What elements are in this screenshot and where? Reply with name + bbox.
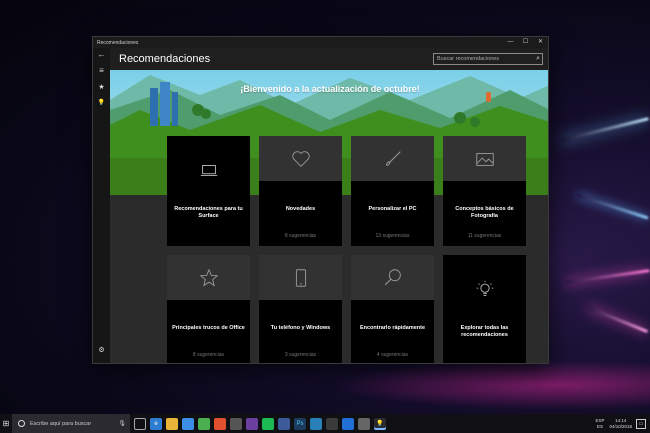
- tile-count: 3 sugerencias: [284, 352, 317, 358]
- tips-app-icon[interactable]: 💡: [374, 417, 386, 430]
- star-icon: [199, 268, 218, 287]
- tile-icon-area: [167, 136, 250, 206]
- titlebar[interactable]: Recomendaciones — ☐ ✕: [93, 37, 548, 48]
- page-header: Recomendaciones Buscar recomendaciones ⌕: [110, 48, 548, 70]
- tile-icon-area: [443, 136, 526, 181]
- close-button[interactable]: ✕: [533, 37, 548, 48]
- brush-icon: [385, 150, 401, 166]
- spotify-icon[interactable]: [262, 417, 274, 430]
- keyboard-layout: ES: [596, 423, 603, 429]
- tile-count: 8 sugerencias: [284, 233, 317, 239]
- lightbulb-icon[interactable]: 💡: [93, 96, 110, 110]
- opera-icon[interactable]: [214, 417, 226, 430]
- tile-icon-area: [259, 255, 342, 300]
- settings-gear-icon[interactable]: ⚙: [93, 344, 110, 358]
- app-icon[interactable]: [278, 417, 290, 430]
- maximize-button[interactable]: ☐: [518, 37, 533, 48]
- navigation-rail: ← ≡ ★ 💡 ⚙: [93, 48, 110, 363]
- heart-icon: [291, 150, 310, 167]
- tile-icon-area: [167, 255, 250, 300]
- taskbar-search-placeholder: Escribe aquí para buscar: [30, 420, 92, 427]
- app-icon[interactable]: [230, 417, 242, 430]
- system-tray: ESP ES 14:14 04/10/2018 ▭: [595, 414, 646, 433]
- welcome-heading: ¡Bienvenido a la actualización de octubr…: [240, 84, 420, 94]
- lightbulb-icon: [476, 280, 493, 296]
- tile-photography-basics[interactable]: Conceptos básicos de Fotografía 11 suger…: [443, 136, 526, 246]
- tips-app-window: Recomendaciones — ☐ ✕ ← ≡ ★ 💡 ⚙ Recomend…: [92, 36, 549, 364]
- app-icon[interactable]: [326, 417, 338, 430]
- tile-count: 4 sugerencias: [376, 352, 409, 358]
- photoshop-icon[interactable]: Ps: [294, 417, 306, 430]
- photos-icon[interactable]: [358, 417, 370, 430]
- search-placeholder: Buscar recomendaciones: [437, 56, 500, 62]
- tile-title: Personalizar el PC: [368, 206, 417, 212]
- clock-date: 04/10/2018: [609, 423, 632, 429]
- desktop-pink-glow: [330, 360, 650, 410]
- taskbar-search-input[interactable]: Escribe aquí para buscar 🎙: [12, 414, 130, 433]
- task-view-icon[interactable]: [134, 417, 146, 430]
- cortana-icon[interactable]: [18, 420, 25, 427]
- tile-find-it-fast[interactable]: Encontrarlo rápidamente 4 sugerencias: [351, 255, 434, 363]
- tile-surface-tips[interactable]: Recomendaciones para tu Surface: [167, 136, 250, 246]
- app-icon[interactable]: [246, 417, 258, 430]
- star-icon[interactable]: ★: [93, 81, 110, 95]
- photo-icon: [475, 152, 494, 166]
- tile-phone-and-windows[interactable]: Tu teléfono y Windows 3 sugerencias: [259, 255, 342, 363]
- tile-title: Encontrarlo rápidamente: [359, 325, 426, 331]
- laptop-icon: [200, 165, 217, 177]
- window-title: Recomendaciones: [97, 39, 139, 46]
- file-explorer-icon[interactable]: [166, 417, 178, 430]
- tile-count: 11 sugerencias: [467, 233, 502, 239]
- tile-explore-all[interactable]: Explorar todas las recomendaciones: [443, 255, 526, 363]
- desktop-light-streak: [565, 269, 650, 284]
- tile-count: 8 sugerencias: [192, 352, 225, 358]
- tile-icon-area: [351, 136, 434, 181]
- hamburger-menu-icon[interactable]: ≡: [93, 64, 110, 78]
- taskbar-apps: e Ps 💡: [134, 417, 390, 430]
- tile-personalize-pc[interactable]: Personalizar el PC 13 sugerencias: [351, 136, 434, 246]
- desktop-light-streak: [576, 193, 649, 220]
- language-code: ESP: [595, 417, 605, 423]
- main-content: Recomendaciones Buscar recomendaciones ⌕: [110, 48, 548, 363]
- tile-office-tricks[interactable]: Principales trucos de Office 8 sugerenci…: [167, 255, 250, 363]
- tile-icon-area: [259, 136, 342, 181]
- language-indicator[interactable]: ESP ES: [595, 418, 604, 430]
- back-arrow-icon[interactable]: ←: [93, 48, 110, 62]
- app-icon[interactable]: [342, 417, 354, 430]
- microphone-icon[interactable]: 🎙: [118, 420, 126, 427]
- tile-title: Tu teléfono y Windows: [270, 325, 331, 331]
- search-input[interactable]: Buscar recomendaciones ⌕: [433, 53, 543, 65]
- desktop-light-streak: [560, 117, 650, 142]
- tips-grid: Recomendaciones para tu Surface Novedade…: [167, 136, 526, 363]
- tile-title: Recomendaciones para tu Surface: [174, 206, 243, 219]
- tile-icon-area: [351, 255, 434, 300]
- taskbar: ⊞ Escribe aquí para buscar 🎙 e Ps 💡 ESP …: [0, 414, 650, 433]
- search-icon: [384, 268, 401, 285]
- tile-whats-new[interactable]: Novedades 8 sugerencias: [259, 136, 342, 246]
- notification-center-icon[interactable]: ▭: [636, 418, 646, 429]
- store-icon[interactable]: [182, 417, 194, 430]
- chrome-icon[interactable]: [198, 417, 210, 430]
- tile-title: Novedades: [285, 206, 316, 212]
- tile-title: Conceptos básicos de Fotografía: [455, 206, 514, 219]
- tile-title: Principales trucos de Office: [172, 325, 245, 331]
- tile-title: Explorar todas las recomendaciones: [460, 325, 509, 338]
- page-title: Recomendaciones: [119, 53, 211, 65]
- search-icon[interactable]: ⌕: [536, 55, 540, 63]
- tile-count: 13 sugerencias: [375, 233, 410, 239]
- clock[interactable]: 14:14 04/10/2018: [609, 418, 632, 430]
- minimize-button[interactable]: —: [503, 37, 518, 48]
- phone-icon: [295, 268, 306, 287]
- app-icon[interactable]: [310, 417, 322, 430]
- edge-browser-icon[interactable]: e: [150, 417, 162, 430]
- tile-icon-area: [443, 255, 526, 325]
- desktop-light-streak: [586, 305, 649, 334]
- windows-start-icon[interactable]: ⊞: [0, 414, 12, 433]
